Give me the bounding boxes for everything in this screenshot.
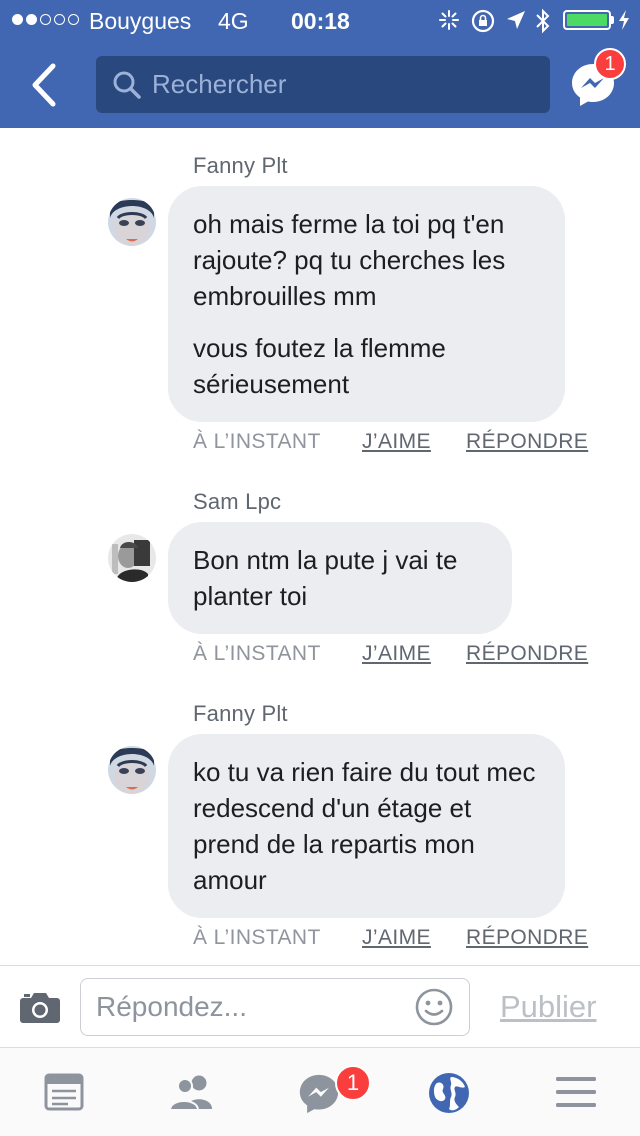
messenger-tab-badge: 1 <box>335 1065 371 1101</box>
comment-author[interactable]: Fanny Plt <box>193 701 288 727</box>
comment-text: Bon ntm la pute j vai te planter toi <box>193 545 458 611</box>
reply-input[interactable] <box>96 988 406 1026</box>
tab-notifications[interactable] <box>427 1071 471 1120</box>
carrier-name: Bouygues <box>89 8 192 34</box>
comment-bubble: Bon ntm la pute j vai te planter toi <box>168 522 512 634</box>
comment-timestamp: À L’INSTANT <box>193 430 321 453</box>
search-input[interactable] <box>152 64 532 104</box>
bluetooth-icon <box>536 8 550 34</box>
comment-author[interactable]: Fanny Plt <box>193 153 288 179</box>
messenger-badge: 1 <box>594 48 626 80</box>
like-button[interactable]: J’AIME <box>362 926 431 950</box>
tab-messenger[interactable] <box>298 1073 340 1120</box>
bottom-tab-bar: 1 <box>0 1048 640 1136</box>
camera-button[interactable] <box>19 990 61 1029</box>
avatar[interactable] <box>108 534 156 582</box>
news-feed-icon <box>44 1073 84 1111</box>
reply-field[interactable] <box>80 978 470 1036</box>
search-bar[interactable] <box>96 56 550 113</box>
menu-icon <box>556 1077 596 1107</box>
comment-bubble: oh mais ferme la toi pq t'en rajoute? pq… <box>168 186 565 422</box>
activity-spinner-icon <box>439 10 459 30</box>
comment-text: oh mais ferme la toi pq t'en rajoute? pq… <box>193 209 506 311</box>
notifications-globe-icon <box>429 1073 469 1113</box>
tab-friends[interactable] <box>168 1074 216 1115</box>
avatar[interactable] <box>108 746 156 794</box>
rotation-lock-icon <box>471 9 495 33</box>
camera-icon <box>20 993 60 1023</box>
signal-strength-icon <box>12 14 79 25</box>
comment-text: ko tu va rien faire du tout mec redescen… <box>193 757 536 895</box>
profile-photo-icon <box>108 198 156 246</box>
publish-button[interactable]: Publier <box>500 989 597 1025</box>
like-button[interactable]: J’AIME <box>362 430 431 454</box>
comment-text: vous foutez la flemme sérieusement <box>193 333 446 399</box>
tab-news-feed[interactable] <box>44 1073 84 1116</box>
search-icon <box>113 71 141 99</box>
chevron-left-icon <box>32 63 56 107</box>
battery-icon <box>563 10 611 30</box>
profile-photo-icon <box>108 746 156 794</box>
top-navigation-bar: Bouygues 4G 00:18 Rechercher 1 <box>0 0 640 128</box>
location-arrow-icon <box>507 11 525 29</box>
friends-icon <box>168 1075 212 1111</box>
emoji-button[interactable] <box>414 987 454 1032</box>
comment-timestamp: À L’INSTANT <box>193 926 321 949</box>
profile-photo-icon <box>108 534 156 582</box>
avatar[interactable] <box>108 198 156 246</box>
charging-bolt-icon <box>619 10 629 30</box>
messenger-icon <box>299 1074 339 1114</box>
smiley-icon <box>415 988 453 1026</box>
back-button[interactable] <box>22 60 66 110</box>
reply-composer: Publier <box>0 965 640 1048</box>
reply-button[interactable]: RÉPONDRE <box>466 926 588 950</box>
comment-bubble: ko tu va rien faire du tout mec redescen… <box>168 734 565 918</box>
clock: 00:18 <box>291 8 350 34</box>
comment-author[interactable]: Sam Lpc <box>193 489 281 515</box>
comment-timestamp: À L’INSTANT <box>193 642 321 665</box>
network-type: 4G <box>218 8 249 34</box>
reply-button[interactable]: RÉPONDRE <box>466 430 588 454</box>
like-button[interactable]: J’AIME <box>362 642 431 666</box>
tab-menu[interactable] <box>556 1076 596 1113</box>
status-bar: Bouygues 4G 00:18 <box>0 0 640 40</box>
reply-button[interactable]: RÉPONDRE <box>466 642 588 666</box>
